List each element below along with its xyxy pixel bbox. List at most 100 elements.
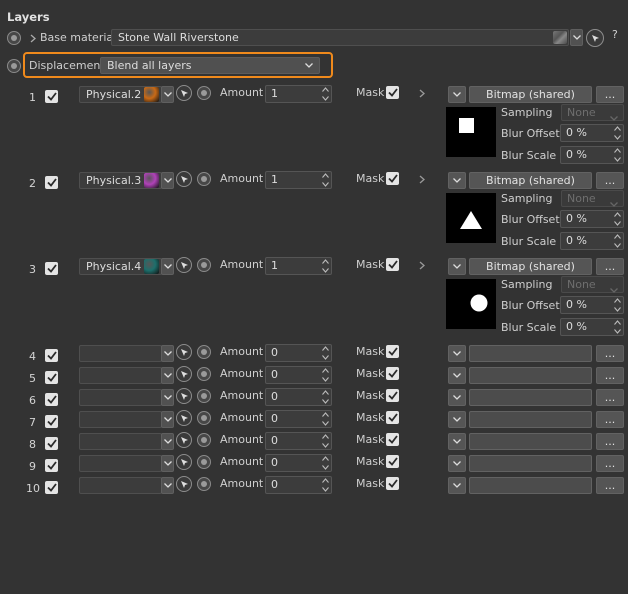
bitmap-button[interactable] — [469, 389, 592, 406]
amount-stepper[interactable] — [322, 478, 329, 492]
blur-offset-input[interactable]: 0 % — [560, 210, 624, 228]
layer-material-field[interactable] — [79, 433, 162, 450]
bitmap-button[interactable]: Bitmap (shared) — [469, 86, 592, 103]
layer-solo-radio[interactable] — [197, 258, 211, 272]
sampling-select[interactable]: None — [561, 104, 624, 121]
layer-enable-checkbox[interactable] — [45, 437, 58, 450]
amount-stepper[interactable] — [322, 456, 329, 470]
bitmap-browse-button[interactable]: ... — [596, 411, 624, 428]
amount-input[interactable]: 0 — [265, 432, 332, 450]
layer-solo-radio[interactable] — [197, 367, 211, 381]
amount-input[interactable]: 0 — [265, 344, 332, 362]
layer-material-picker[interactable] — [176, 85, 192, 101]
bitmap-browse-button[interactable]: ... — [596, 455, 624, 472]
layer-material-field[interactable] — [79, 345, 162, 362]
layer-material-field[interactable]: Physical.4 — [79, 258, 162, 275]
layer-material-picker[interactable] — [176, 388, 192, 404]
base-material-picker[interactable] — [586, 29, 604, 47]
layer-material-dropdown[interactable] — [161, 389, 174, 406]
mask-checkbox[interactable] — [386, 389, 399, 402]
sampling-select[interactable]: None — [561, 190, 624, 207]
layer-material-picker[interactable] — [176, 257, 192, 273]
mask-type-dropdown[interactable] — [448, 86, 466, 103]
layer-enable-checkbox[interactable] — [45, 415, 58, 428]
layer-material-dropdown[interactable] — [161, 172, 174, 189]
layer-solo-radio[interactable] — [197, 389, 211, 403]
mask-type-dropdown[interactable] — [448, 455, 466, 472]
amount-stepper[interactable] — [322, 412, 329, 426]
blur-offset-input[interactable]: 0 % — [560, 124, 624, 142]
amount-stepper[interactable] — [322, 434, 329, 448]
amount-input[interactable]: 0 — [265, 388, 332, 406]
layer-material-picker[interactable] — [176, 454, 192, 470]
layer-enable-checkbox[interactable] — [45, 371, 58, 384]
bitmap-button[interactable] — [469, 411, 592, 428]
layer-solo-radio[interactable] — [197, 345, 211, 359]
layer-solo-radio[interactable] — [197, 477, 211, 491]
layer-enable-checkbox[interactable] — [45, 459, 58, 472]
displacement-mode-select[interactable]: Blend all layers — [100, 57, 320, 74]
bitmap-button[interactable] — [469, 345, 592, 362]
layer-solo-radio[interactable] — [197, 455, 211, 469]
amount-input[interactable]: 1 — [265, 85, 332, 103]
blur-offset-input[interactable]: 0 % — [560, 296, 624, 314]
chevron-right-icon[interactable] — [419, 88, 425, 101]
mask-checkbox[interactable] — [386, 411, 399, 424]
mask-checkbox[interactable] — [386, 172, 399, 185]
bitmap-button[interactable] — [469, 477, 592, 494]
amount-stepper[interactable] — [322, 173, 329, 187]
displacement-radio[interactable] — [7, 59, 21, 73]
layer-solo-radio[interactable] — [197, 433, 211, 447]
help-button[interactable]: ? — [612, 28, 618, 41]
mask-checkbox[interactable] — [386, 86, 399, 99]
blur-scale-input[interactable]: 0 % — [560, 146, 624, 164]
mask-type-dropdown[interactable] — [448, 477, 466, 494]
amount-stepper[interactable] — [322, 87, 329, 101]
layer-material-picker[interactable] — [176, 366, 192, 382]
layer-material-picker[interactable] — [176, 344, 192, 360]
amount-input[interactable]: 0 — [265, 476, 332, 494]
layer-enable-checkbox[interactable] — [45, 90, 58, 103]
blur-offset-stepper[interactable] — [614, 126, 621, 140]
layer-material-field[interactable] — [79, 477, 162, 494]
layer-material-picker[interactable] — [176, 432, 192, 448]
mask-type-dropdown[interactable] — [448, 433, 466, 450]
layer-enable-checkbox[interactable] — [45, 176, 58, 189]
blur-scale-input[interactable]: 0 % — [560, 318, 624, 336]
layer-material-dropdown[interactable] — [161, 411, 174, 428]
layer-enable-checkbox[interactable] — [45, 481, 58, 494]
bitmap-browse-button[interactable]: ... — [596, 345, 624, 362]
chevron-right-icon[interactable] — [419, 260, 425, 273]
layer-material-field[interactable] — [79, 455, 162, 472]
base-material-dropdown[interactable] — [570, 29, 583, 46]
base-material-field[interactable]: Stone Wall Riverstone — [111, 29, 569, 46]
layer-material-dropdown[interactable] — [161, 477, 174, 494]
expand-chevron-icon[interactable] — [30, 33, 36, 46]
mask-type-dropdown[interactable] — [448, 411, 466, 428]
amount-input[interactable]: 1 — [265, 257, 332, 275]
layer-enable-checkbox[interactable] — [45, 349, 58, 362]
amount-stepper[interactable] — [322, 259, 329, 273]
sampling-select[interactable]: None — [561, 276, 624, 293]
bitmap-button[interactable] — [469, 433, 592, 450]
bitmap-browse-button[interactable]: ... — [596, 258, 624, 275]
layer-material-dropdown[interactable] — [161, 367, 174, 384]
mask-checkbox[interactable] — [386, 367, 399, 380]
layer-material-dropdown[interactable] — [161, 258, 174, 275]
amount-input[interactable]: 0 — [265, 410, 332, 428]
bitmap-browse-button[interactable]: ... — [596, 172, 624, 189]
layer-material-field[interactable]: Physical.2 — [79, 86, 162, 103]
bitmap-browse-button[interactable]: ... — [596, 86, 624, 103]
layer-material-dropdown[interactable] — [161, 433, 174, 450]
bitmap-button[interactable]: Bitmap (shared) — [469, 172, 592, 189]
bitmap-browse-button[interactable]: ... — [596, 477, 624, 494]
mask-checkbox[interactable] — [386, 433, 399, 446]
layer-material-dropdown[interactable] — [161, 345, 174, 362]
layer-material-dropdown[interactable] — [161, 86, 174, 103]
mask-type-dropdown[interactable] — [448, 258, 466, 275]
amount-stepper[interactable] — [322, 368, 329, 382]
mask-type-dropdown[interactable] — [448, 367, 466, 384]
bitmap-browse-button[interactable]: ... — [596, 433, 624, 450]
layer-material-picker[interactable] — [176, 410, 192, 426]
blur-scale-stepper[interactable] — [614, 234, 621, 248]
